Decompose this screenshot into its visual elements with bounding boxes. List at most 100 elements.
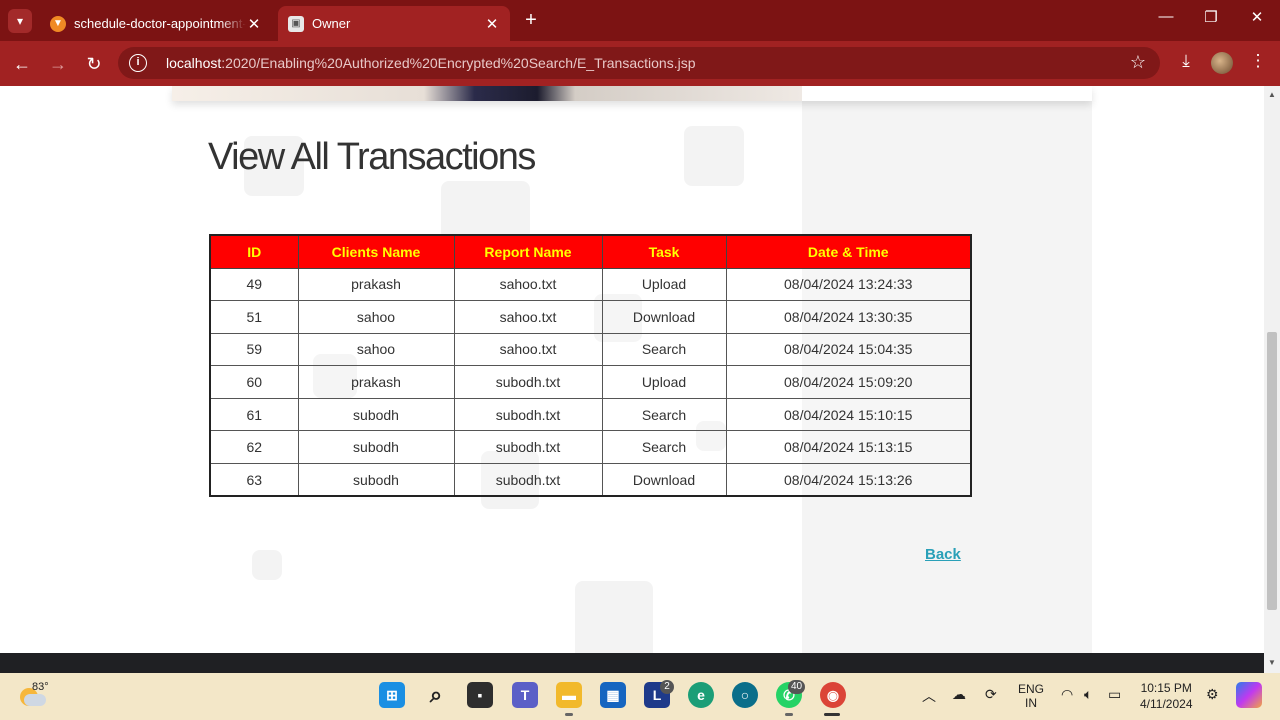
cell-id: 63	[209, 463, 299, 497]
scroll-up-icon[interactable]: ▲	[1264, 90, 1280, 99]
cell-report: sahoo.txt	[453, 332, 603, 367]
page-favicon-icon: ▣	[288, 15, 304, 32]
column-header-date-time: Date & Time	[725, 234, 972, 269]
cell-datetime: 08/04/2024 15:10:15	[725, 397, 972, 432]
site-info-icon[interactable]: i	[129, 54, 147, 72]
banner-image	[172, 86, 802, 101]
back-arrow-icon[interactable]: ←	[9, 51, 35, 77]
url-text: localhost:2020/Enabling%20Authorized%20E…	[166, 55, 696, 71]
language-indicator[interactable]: ENG IN	[1018, 682, 1044, 710]
scroll-thumb[interactable]	[1267, 332, 1277, 610]
cell-task: Search	[601, 397, 727, 432]
table-row: 63 subodh subodh.txt Download 08/04/2024…	[209, 463, 972, 497]
cell-task: Upload	[601, 365, 727, 399]
cell-id: 49	[209, 267, 299, 302]
minimize-button[interactable]: —	[1151, 8, 1181, 25]
whatsapp-badge: 40	[788, 680, 806, 694]
running-indicator	[565, 713, 573, 716]
decor-bubble	[252, 550, 282, 580]
cell-client: subodh	[297, 463, 455, 497]
active-indicator	[824, 713, 840, 716]
cell-report: subodh.txt	[453, 463, 603, 497]
table-header-row: ID Clients Name Report Name Task Date & …	[209, 234, 972, 269]
sync-icon[interactable]: ⟳	[985, 686, 997, 703]
decor-bubble	[575, 581, 653, 653]
download-icon[interactable]: ⤓	[1173, 51, 1199, 71]
table-row: 60 prakash subodh.txt Upload 08/04/2024 …	[209, 365, 972, 399]
cell-report: subodh.txt	[453, 397, 603, 432]
page-title: View All Transactions	[208, 136, 536, 178]
window-close-button[interactable]: ✕	[1242, 8, 1272, 26]
cell-task: Download	[601, 463, 727, 497]
close-icon[interactable]: ✕	[246, 15, 262, 33]
cell-datetime: 08/04/2024 13:24:33	[725, 267, 972, 302]
cortana-icon[interactable]: ○	[732, 682, 758, 708]
windows-start-icon[interactable]: ⊞	[379, 682, 405, 708]
file-explorer-icon[interactable]: ▬	[556, 682, 582, 708]
battery-icon[interactable]: ▭	[1108, 686, 1121, 703]
cell-report: sahoo.txt	[453, 267, 603, 302]
clock-time: 10:15 PM	[1140, 681, 1192, 695]
forward-arrow-icon[interactable]: →	[45, 51, 71, 77]
bookmark-star-icon[interactable]: ☆	[1130, 52, 1146, 73]
back-link[interactable]: Back	[925, 546, 961, 563]
reload-icon[interactable]: ↻	[81, 51, 107, 77]
tab-owner[interactable]: ▣ Owner ✕	[278, 6, 510, 41]
cell-datetime: 08/04/2024 15:13:15	[725, 430, 972, 465]
table-row: 51 sahoo sahoo.txt Download 08/04/2024 1…	[209, 300, 972, 334]
cell-datetime: 08/04/2024 13:30:35	[725, 300, 972, 334]
decor-bubble	[684, 126, 744, 186]
language-code: ENG	[1018, 682, 1045, 696]
column-header-report-name: Report Name	[453, 234, 603, 269]
clock[interactable]: 10:15 PM 4/11/2024	[1140, 680, 1193, 712]
column-header-task: Task	[601, 234, 727, 269]
cell-client: prakash	[297, 365, 455, 399]
cell-id: 61	[209, 397, 299, 432]
cell-datetime: 08/04/2024 15:13:26	[725, 463, 972, 497]
address-bar[interactable]: i localhost:2020/Enabling%20Authorized%2…	[118, 47, 1160, 79]
new-tab-button[interactable]: +	[520, 9, 542, 31]
cell-client: subodh	[297, 430, 455, 465]
chrome-icon[interactable]: ◉	[820, 682, 846, 708]
scroll-down-icon[interactable]: ▼	[1264, 658, 1280, 667]
cell-client: sahoo	[297, 300, 455, 334]
task-view-icon[interactable]: ▪	[467, 682, 493, 708]
tab-title: Owner	[312, 16, 351, 31]
cell-id: 60	[209, 365, 299, 399]
clock-date: 4/11/2024	[1140, 697, 1193, 711]
column-header-id: ID	[209, 234, 299, 269]
volume-icon[interactable]: 🔈︎	[1084, 686, 1092, 703]
close-icon[interactable]: ✕	[484, 15, 500, 33]
cell-id: 59	[209, 332, 299, 367]
profile-avatar[interactable]	[1211, 52, 1233, 74]
tray-overflow-icon[interactable]: ︿	[922, 686, 936, 706]
edge-icon[interactable]: e	[688, 682, 714, 708]
page-scrollbar[interactable]: ▲ ▼	[1264, 86, 1280, 673]
page-footer	[0, 653, 1264, 673]
copilot-icon[interactable]	[1236, 682, 1262, 708]
url-host: localhost	[166, 55, 222, 71]
store-icon[interactable]: ▦	[600, 682, 626, 708]
search-icon[interactable]: ⌕	[423, 682, 449, 708]
l-app-badge: 2	[660, 680, 674, 694]
url-path: :2020/Enabling%20Authorized%20Encrypted%…	[221, 55, 696, 71]
onedrive-icon[interactable]: ☁	[952, 686, 966, 703]
cell-datetime: 08/04/2024 15:09:20	[725, 365, 972, 399]
tab-schedule-doctor[interactable]: ▼ schedule-doctor-appointment- ✕	[40, 6, 272, 41]
tab-strip: ▾ ▼ schedule-doctor-appointment- ✕ ▣ Own…	[0, 0, 1280, 41]
table-row: 61 subodh subodh.txt Search 08/04/2024 1…	[209, 397, 972, 432]
notification-icon[interactable]: ⚙	[1206, 686, 1219, 703]
table-row: 59 sahoo sahoo.txt Search 08/04/2024 15:…	[209, 332, 972, 367]
region-code: IN	[1025, 696, 1037, 710]
chevron-down-icon: ▾	[16, 14, 24, 28]
cell-client: sahoo	[297, 332, 455, 367]
brave-favicon-icon: ▼	[50, 15, 66, 32]
restore-button[interactable]: ❐	[1196, 8, 1226, 26]
wifi-icon[interactable]: ◠	[1061, 686, 1073, 703]
running-indicator	[785, 713, 793, 716]
tab-search-button[interactable]: ▾	[8, 9, 32, 33]
cell-report: subodh.txt	[453, 430, 603, 465]
cell-report: subodh.txt	[453, 365, 603, 399]
teams-icon[interactable]: T	[512, 682, 538, 708]
menu-kebab-icon[interactable]: ⋮	[1245, 51, 1271, 71]
